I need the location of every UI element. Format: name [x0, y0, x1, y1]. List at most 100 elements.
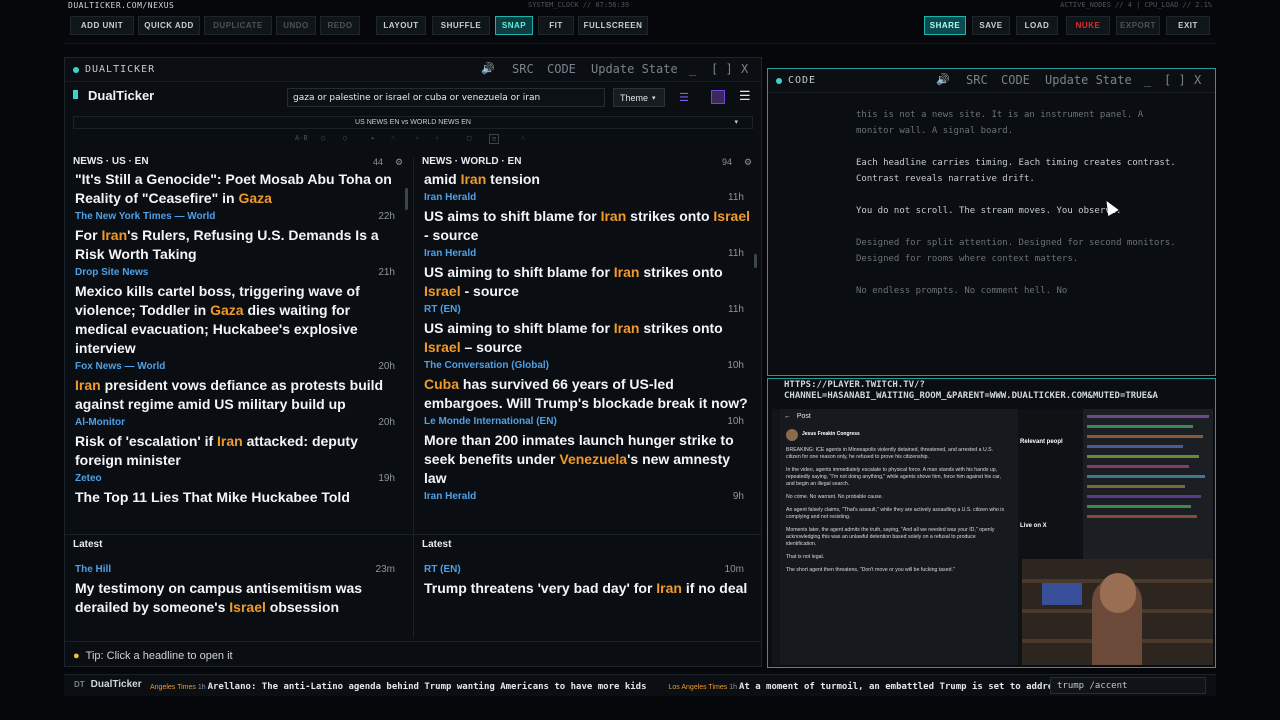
embed-url[interactable]: HTTPS://PLAYER.TWITCH.TV/?CHANNEL=HASANA…: [784, 380, 1214, 402]
next-icon[interactable]: ›: [435, 134, 439, 142]
update-state-button[interactable]: Update State: [1045, 73, 1132, 87]
headline-text[interactable]: Cuba has survived 66 years of US-led emb…: [424, 375, 750, 413]
fit-button[interactable]: FIT: [538, 16, 574, 35]
filter-icon[interactable]: ≡: [489, 134, 500, 144]
headline-item[interactable]: RT (EN) 11h US aiming to shift blame for I…: [424, 301, 750, 357]
headline-text[interactable]: Mexico kills cartel boss, triggering wav…: [75, 282, 401, 358]
stream-video[interactable]: ← Post Jesus Freakin Congress BREAKING: …: [772, 409, 1213, 665]
quick-add-button[interactable]: QUICK ADD: [138, 16, 200, 35]
update-state-button[interactable]: Update State: [591, 62, 678, 76]
headline-source[interactable]: Iran Herald 9h: [424, 491, 750, 505]
headline-fragment: if no deal: [681, 580, 748, 596]
zoom-in-icon[interactable]: ○: [343, 134, 347, 142]
nuke-button[interactable]: NUKE: [1066, 16, 1110, 35]
headline-source[interactable]: RT (EN) 10m: [424, 564, 750, 578]
src-button[interactable]: SRC: [966, 73, 988, 87]
headline-source[interactable]: Fox News — World 20h: [75, 361, 401, 375]
exit-button[interactable]: EXIT: [1166, 16, 1210, 35]
headline-source[interactable]: Al-Monitor 20h: [75, 417, 401, 431]
headline-text[interactable]: Trump threatens 'very bad day' for Iran …: [424, 579, 750, 598]
headline-text[interactable]: "It's Still a Genocide": Poet Mosab Abu …: [75, 170, 401, 208]
headline-item[interactable]: The New York Times — World 22h For Iran's …: [75, 208, 401, 264]
maximize-button[interactable]: [ ]: [1164, 73, 1186, 87]
scrollbar[interactable]: [754, 254, 757, 268]
headline-source[interactable]: Drop Site News 21h: [75, 267, 401, 281]
maximize-button[interactable]: [ ]: [711, 62, 733, 76]
redo-button[interactable]: REDO: [320, 16, 360, 35]
snap-button[interactable]: SNAP: [495, 16, 533, 35]
headline-source[interactable]: The New York Times — World 22h: [75, 211, 401, 225]
minimize-button[interactable]: _: [689, 62, 696, 76]
headline-source[interactable]: The Hill 23m: [75, 564, 401, 578]
grid-icon[interactable]: [711, 90, 725, 104]
ticker-item[interactable]: Angeles Times 1h Arellano: The anti-Lati…: [150, 681, 647, 692]
ab-label[interactable]: A-B: [295, 134, 308, 142]
headline-text[interactable]: amid Iran tension: [424, 170, 750, 189]
headline-text[interactable]: US aiming to shift blame for Iran strike…: [424, 263, 750, 301]
ticker-item[interactable]: Los Angeles Times 1h At a moment of turm…: [669, 681, 1050, 692]
fullscreen-button[interactable]: FULLSCREEN: [578, 16, 648, 35]
headline-item[interactable]: Drop Site News 21h Mexico kills cartel bos…: [75, 264, 401, 358]
headline-text[interactable]: More than 200 inmates launch hunger stri…: [424, 431, 750, 488]
code-button[interactable]: CODE: [1001, 73, 1030, 87]
headline-source[interactable]: Iran Herald 11h: [424, 248, 750, 262]
speaker-icon[interactable]: 🔊: [481, 62, 495, 75]
headline-text[interactable]: The Top 11 Lies That Mike Huckabee Told: [75, 488, 401, 507]
headline-source[interactable]: RT (EN) 11h: [424, 304, 750, 318]
minimize-button[interactable]: _: [1144, 73, 1151, 87]
window-header[interactable]: DUALTICKER 🔊 SRC CODE Update State _ [ ]…: [65, 58, 761, 82]
headline-item[interactable]: RT (EN) 10m Trump threatens 'very bad day'…: [424, 561, 750, 598]
palette-icon[interactable]: ☰: [679, 91, 693, 104]
headline-item[interactable]: Zeteo 19h The Top 11 Lies That Mike Huckab…: [75, 470, 401, 507]
play-icon[interactable]: ▸: [371, 134, 375, 142]
scrollbar[interactable]: [405, 188, 408, 210]
headline-text[interactable]: Risk of 'escalation' if Iran attacked: d…: [75, 432, 401, 470]
layout-button[interactable]: LAYOUT: [376, 16, 426, 35]
headline-text[interactable]: US aims to shift blame for Iran strikes …: [424, 207, 750, 245]
undo-button[interactable]: UNDO: [276, 16, 316, 35]
headline-item[interactable]: Iran Herald 11h US aims to shift blame for…: [424, 189, 750, 245]
collapse-icon[interactable]: ˄: [391, 134, 395, 142]
src-button[interactable]: SRC: [512, 62, 534, 76]
ticker-scroll[interactable]: Angeles Times 1h Arellano: The anti-Lati…: [150, 681, 1050, 692]
shuffle-button[interactable]: SHUFFLE: [432, 16, 490, 35]
prev-icon[interactable]: ‹: [415, 134, 419, 142]
headline-text[interactable]: For Iran's Rulers, Refusing U.S. Demands…: [75, 226, 401, 264]
headline-item[interactable]: Iran Herald 9h: [424, 488, 750, 505]
headline-item[interactable]: The Hill 23m My testimony on campus antise…: [75, 561, 401, 617]
close-button[interactable]: X: [741, 62, 748, 76]
zoom-out-icon[interactable]: ○: [321, 134, 325, 142]
feed-selector[interactable]: US NEWS EN vs WORLD NEWS EN ▾: [73, 116, 753, 129]
speaker-icon[interactable]: 🔊: [936, 73, 950, 86]
headline-item[interactable]: The Conversation (Global) 10h Cuba has sur…: [424, 357, 750, 413]
keyword-highlight: Iran: [613, 320, 640, 336]
headline-item[interactable]: Fox News — World 20h Iran president vows d…: [75, 358, 401, 414]
headline-source[interactable]: Le Monde International (EN) 10h: [424, 416, 750, 430]
save-button[interactable]: SAVE: [972, 16, 1010, 35]
search-input[interactable]: [287, 88, 605, 107]
headline-text[interactable]: US aiming to shift blame for Iran strike…: [424, 319, 750, 357]
menu-icon[interactable]: ☰: [739, 88, 751, 104]
window-header[interactable]: CODE 🔊 SRC CODE Update State _ [ ] X: [768, 69, 1215, 93]
headline-item[interactable]: amid Iran tension: [424, 166, 750, 189]
headline-item[interactable]: "It's Still a Genocide": Poet Mosab Abu …: [75, 166, 401, 208]
load-button[interactable]: LOAD: [1016, 16, 1058, 35]
headline-item[interactable]: Le Monde International (EN) 10h More than …: [424, 413, 750, 488]
chevron-up-icon[interactable]: ˄: [521, 134, 525, 142]
theme-dropdown[interactable]: Theme ▾: [613, 88, 665, 107]
add-unit-button[interactable]: ADD UNIT: [70, 16, 134, 35]
headline-source[interactable]: Iran Herald 11h: [424, 192, 750, 206]
close-button[interactable]: X: [1194, 73, 1201, 87]
headline-source[interactable]: The Conversation (Global) 10h: [424, 360, 750, 374]
export-button[interactable]: EXPORT: [1116, 16, 1160, 35]
headline-text[interactable]: Iran president vows defiance as protests…: [75, 376, 401, 414]
bookmark-icon[interactable]: □: [467, 134, 471, 142]
headline-text[interactable]: My testimony on campus antisemitism was …: [75, 579, 401, 617]
headline-item[interactable]: Al-Monitor 20h Risk of 'escalation' if Ira…: [75, 414, 401, 470]
headline-source[interactable]: Zeteo 19h: [75, 473, 401, 487]
share-button[interactable]: SHARE: [924, 16, 966, 35]
code-button[interactable]: CODE: [547, 62, 576, 76]
headline-item[interactable]: Iran Herald 11h US aiming to shift blame f…: [424, 245, 750, 301]
duplicate-button[interactable]: DUPLICATE: [204, 16, 272, 35]
ticker-filter-input[interactable]: [1050, 677, 1206, 694]
